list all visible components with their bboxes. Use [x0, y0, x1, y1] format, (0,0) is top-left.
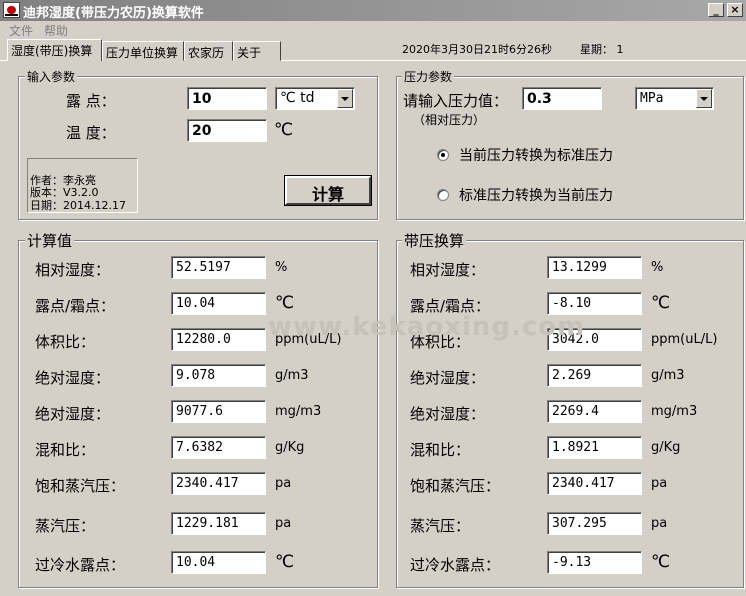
result-row-value-field[interactable]: 2340.417 — [171, 472, 266, 495]
result-row-value-field[interactable]: 9.078 — [171, 364, 266, 387]
weekday-display: 星期： 1 — [580, 43, 624, 56]
dewpoint-unit-value: ℃ td — [280, 90, 315, 106]
calculate-button[interactable]: 计算 — [285, 176, 371, 205]
dewpoint-label: 露 点： — [66, 92, 116, 110]
pressure-result-row-value-field[interactable]: 2340.417 — [547, 472, 642, 495]
menu-help[interactable]: 帮助 — [44, 22, 68, 39]
close-button[interactable]: × — [727, 3, 743, 17]
input-params-legend: 输入参数 — [25, 68, 78, 85]
datetime-display: 2020年3月30日21时6分26秒 — [402, 43, 552, 56]
chevron-down-icon — [341, 97, 349, 101]
temperature-unit: ℃ — [274, 120, 294, 140]
pressure-result-row-value-field[interactable]: 2269.4 — [547, 400, 642, 423]
pressure-result-row-unit: ℃ — [651, 552, 671, 572]
pressure-result-row-value-field[interactable]: 13.1299 — [547, 256, 642, 279]
pressure-result-row-value-field[interactable]: 1.8921 — [547, 436, 642, 459]
pressure-result-row-value-field[interactable]: 2.269 — [547, 364, 642, 387]
result-row-label: 体积比： — [35, 333, 96, 351]
pressure-result-row-label: 相对湿度： — [410, 261, 486, 279]
result-row-label: 绝对湿度： — [35, 369, 111, 387]
dropdown-button[interactable] — [696, 89, 712, 108]
tab-about[interactable]: 关于 — [233, 41, 281, 61]
tab-farmer-calendar[interactable]: 农家历 — [184, 41, 233, 61]
result-row-unit: mg/m3 — [275, 404, 322, 419]
pressure-result-row-value-field[interactable]: -9.13 — [547, 551, 642, 574]
app-logo-icon — [3, 2, 20, 18]
pressure-result-row-unit: g/m3 — [651, 368, 685, 383]
result-row-unit: % — [275, 260, 288, 275]
pressure-result-row-label: 蒸汽压： — [410, 517, 471, 535]
temperature-input[interactable]: 20 — [187, 119, 267, 142]
pressure-unit-value: MPa — [640, 91, 664, 106]
pressure-input[interactable]: 0.3 — [522, 87, 602, 110]
dewpoint-input[interactable]: 10 — [187, 87, 267, 110]
result-row-value-field[interactable]: 10.04 — [171, 292, 266, 315]
result-row-unit: ℃ — [275, 293, 295, 313]
pressure-result-row-unit: pa — [651, 516, 668, 531]
dewpoint-unit-select[interactable]: ℃ td — [275, 87, 355, 110]
result-row-label: 蒸汽压： — [35, 517, 96, 535]
results-legend: 计算值 — [25, 230, 75, 251]
pressure-result-row-unit: ppm(uL/L) — [651, 332, 718, 347]
result-row-label: 绝对湿度： — [35, 405, 111, 423]
result-row-label: 相对湿度： — [35, 261, 111, 279]
pressure-prompt-label: 请输入压力值： — [403, 92, 509, 110]
result-row-value-field[interactable]: 1229.181 — [171, 512, 266, 535]
result-row-label: 过冷水露点： — [35, 556, 126, 574]
chevron-down-icon — [700, 97, 708, 101]
dropdown-button[interactable] — [337, 89, 353, 108]
pressure-results-legend: 带压换算 — [402, 230, 467, 251]
radio-standard-to-current[interactable] — [437, 189, 449, 201]
result-row-value-field[interactable]: 12280.0 — [171, 328, 266, 351]
menu-bar — [0, 21, 746, 39]
result-row-value-field[interactable]: 52.5197 — [171, 256, 266, 279]
pressure-unit-select[interactable]: MPa — [635, 87, 714, 110]
radio-current-to-standard[interactable] — [437, 149, 449, 161]
temperature-label: 温 度： — [66, 124, 116, 142]
pressure-result-row-unit: % — [651, 260, 664, 275]
pressure-result-row-label: 绝对湿度： — [410, 369, 486, 387]
radio-selected-dot — [441, 153, 445, 157]
pressure-result-row-unit: ℃ — [651, 293, 671, 313]
result-row-unit: g/Kg — [275, 440, 305, 455]
result-row-label: 饱和蒸汽压： — [35, 477, 126, 495]
result-row-unit: g/m3 — [275, 368, 309, 383]
result-row-label: 混和比： — [35, 441, 96, 459]
result-row-value-field[interactable]: 7.6382 — [171, 436, 266, 459]
result-row-value-field[interactable]: 9077.6 — [171, 400, 266, 423]
result-row-value-field[interactable]: 10.04 — [171, 551, 266, 574]
window-title: 迪邦湿度(带压力农历)换算软件 — [23, 6, 204, 21]
result-row-unit: pa — [275, 476, 292, 491]
option-standard-to-current-label[interactable]: 标准压力转换为当前压力 — [459, 185, 613, 205]
option-current-to-standard-label[interactable]: 当前压力转换为标准压力 — [459, 145, 613, 165]
tab-pressure-unit[interactable]: 压力单位换算 — [102, 41, 184, 61]
watermark-text: www.kekaoxing.com — [268, 312, 586, 342]
pressure-result-row-value-field[interactable]: 307.295 — [547, 512, 642, 535]
pressure-result-row-label: 饱和蒸汽压： — [410, 477, 501, 495]
tab-humidity-conversion[interactable]: 湿度(带压)换算 — [7, 39, 102, 61]
pressure-result-row-label: 绝对湿度： — [410, 405, 486, 423]
result-row-label: 露点/霜点： — [35, 297, 116, 315]
pressure-result-row-unit: mg/m3 — [651, 404, 698, 419]
pressure-result-row-unit: g/Kg — [651, 440, 681, 455]
menu-file[interactable]: 文件 — [9, 22, 33, 39]
date-text: 日期：2014.12.17 — [30, 199, 126, 212]
pressure-result-row-unit: pa — [651, 476, 668, 491]
result-row-unit: ℃ — [275, 552, 295, 572]
minimize-button[interactable]: _ — [708, 3, 724, 17]
pressure-params-legend: 压力参数 — [402, 68, 455, 85]
pressure-result-row-label: 混和比： — [410, 441, 471, 459]
result-row-unit: pa — [275, 516, 292, 531]
pressure-result-row-label: 过冷水露点： — [410, 556, 501, 574]
pressure-note: （相对压力） — [413, 113, 486, 127]
